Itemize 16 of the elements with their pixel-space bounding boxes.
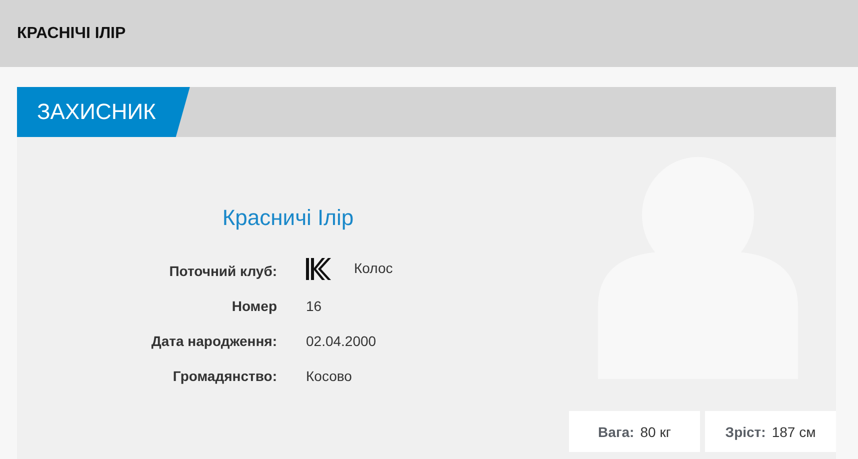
stat-value: 187 см xyxy=(772,424,816,440)
detail-label: Поточний клуб: xyxy=(168,262,277,281)
detail-value: 16 xyxy=(306,297,323,316)
club-logo-icon xyxy=(306,256,332,282)
club-name: Колос xyxy=(354,259,393,278)
stat-label: Вага: xyxy=(598,424,634,440)
page-title: КРАСНІЧІ ІЛІР xyxy=(17,24,126,42)
detail-value: 02.04.2000 xyxy=(306,332,378,351)
stat-label: Зріст: xyxy=(725,424,766,440)
stat-value: 80 кг xyxy=(640,424,671,440)
player-name: Красничі Ілір xyxy=(221,205,355,231)
position-label: ЗАХИСНИК xyxy=(17,87,190,137)
detail-label: Дата народження: xyxy=(150,332,277,351)
detail-label: Громадянство: xyxy=(172,367,277,386)
detail-label: Номер xyxy=(230,297,277,316)
detail-value: Косово xyxy=(306,367,353,386)
